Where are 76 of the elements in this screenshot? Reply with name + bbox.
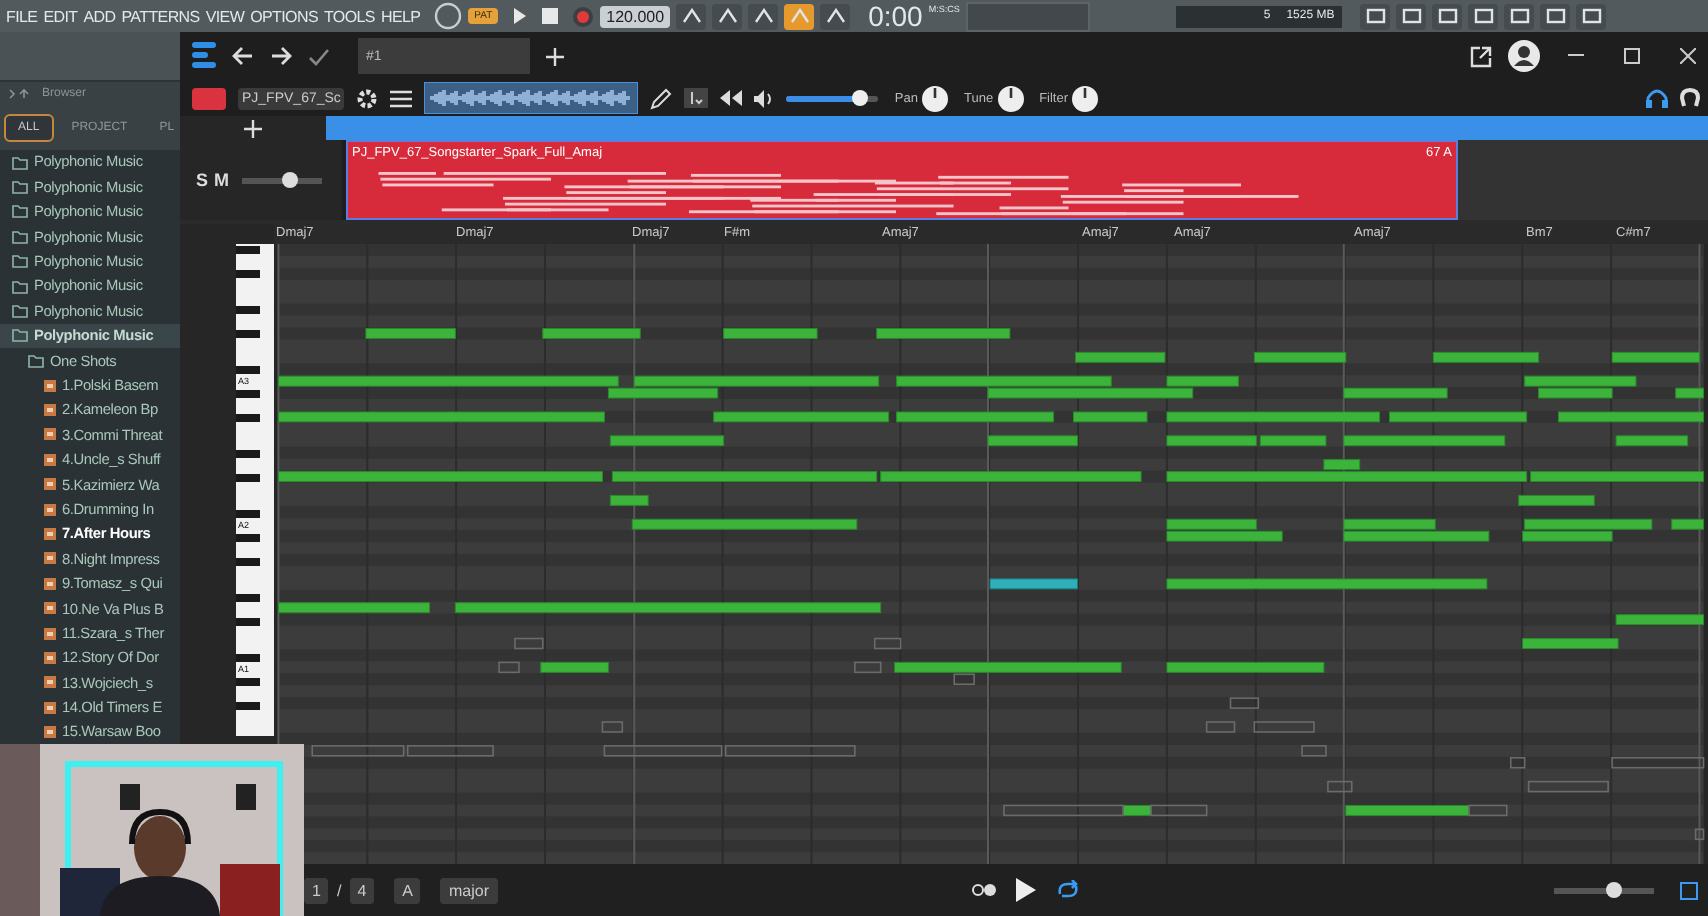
magnet-icon[interactable] <box>1680 88 1700 108</box>
mute-button[interactable]: M <box>214 170 230 190</box>
audio-file-icon <box>44 652 56 664</box>
stop-icon[interactable] <box>542 8 559 24</box>
toolbar-button[interactable] <box>748 3 779 29</box>
page-separator: / <box>336 881 342 899</box>
audio-file-icon <box>44 552 56 565</box>
menu-item[interactable]: FILE <box>6 7 38 25</box>
menu-item[interactable]: TOOLS <box>323 7 375 25</box>
menu-item[interactable]: ADD <box>83 7 116 25</box>
toolbar-button[interactable] <box>1432 3 1463 29</box>
audio-file-icon <box>44 404 56 417</box>
audio-file-icon <box>44 528 56 541</box>
zoom-slider[interactable] <box>1606 882 1622 898</box>
list-icon[interactable] <box>390 89 413 107</box>
piano-keyboard[interactable] <box>236 244 274 736</box>
audio-file-icon <box>44 428 56 441</box>
back-arrow-icon[interactable] <box>232 46 254 66</box>
knob[interactable] <box>922 85 948 111</box>
toggle-icon[interactable] <box>971 884 996 896</box>
menu-item[interactable]: EDIT <box>43 7 78 25</box>
close-icon[interactable] <box>1680 48 1696 64</box>
audio-file-icon <box>44 701 56 714</box>
check-icon[interactable] <box>308 47 330 65</box>
track-volume-slider[interactable] <box>281 172 298 188</box>
audio-file-icon <box>44 627 56 640</box>
pencil-icon[interactable] <box>650 87 673 109</box>
maximize-icon[interactable] <box>1624 48 1640 64</box>
dial-icon[interactable] <box>434 2 463 30</box>
speaker-icon[interactable] <box>754 89 775 107</box>
scale-dropdown[interactable]: major <box>440 877 497 903</box>
audio-file-icon <box>44 478 56 491</box>
audio-file-icon <box>44 453 56 466</box>
knob[interactable] <box>1072 85 1099 111</box>
settings-icon[interactable] <box>356 87 379 109</box>
audio-file-icon <box>44 577 56 590</box>
toolbar-button[interactable] <box>1504 3 1535 29</box>
forward-arrow-icon[interactable] <box>270 46 292 66</box>
page-field[interactable]: 1 <box>304 877 329 903</box>
minimize-icon[interactable] <box>1568 54 1584 58</box>
color-swatch[interactable] <box>192 87 226 109</box>
logo-icon[interactable] <box>192 42 216 70</box>
user-avatar-icon[interactable] <box>1508 40 1540 72</box>
toolbar-button[interactable] <box>1360 3 1391 29</box>
page-count[interactable]: 4 <box>349 877 375 903</box>
audio-file-icon <box>44 726 56 739</box>
tempo-display[interactable]: 120.000 <box>600 5 671 27</box>
headphones-icon[interactable] <box>1646 88 1668 108</box>
loop-icon[interactable] <box>1055 880 1080 900</box>
play-icon[interactable] <box>1015 878 1036 902</box>
toolbar-button[interactable] <box>784 3 815 29</box>
toolbar-button[interactable] <box>820 3 851 29</box>
toolbar-button[interactable] <box>712 3 743 29</box>
menu-item[interactable]: PATTERNS <box>121 7 200 25</box>
toolbar-button[interactable] <box>1396 3 1427 29</box>
toolbar-button[interactable] <box>676 3 707 29</box>
solo-button[interactable]: S <box>196 170 209 190</box>
info-dropdown[interactable] <box>684 88 709 108</box>
rewind-icon[interactable] <box>720 90 743 106</box>
pop-out-icon[interactable] <box>1470 45 1492 67</box>
audio-file-icon <box>44 379 56 392</box>
knob[interactable] <box>997 85 1024 111</box>
menu-item[interactable]: VIEW <box>205 7 245 25</box>
record-icon[interactable] <box>572 5 595 27</box>
menu-item[interactable]: HELP <box>380 7 421 25</box>
toolbar-button[interactable] <box>1468 3 1499 29</box>
audio-file-icon <box>44 676 56 689</box>
toolbar-button[interactable] <box>1540 3 1571 29</box>
edit-icon[interactable] <box>1680 881 1698 899</box>
time-display: 0:00 <box>868 0 923 32</box>
menu-item[interactable]: OPTIONS <box>250 7 318 25</box>
key-dropdown[interactable]: A <box>394 877 421 903</box>
audio-file-icon <box>44 503 56 516</box>
toolbar-button[interactable] <box>1576 3 1607 29</box>
audio-file-icon <box>44 602 56 615</box>
plus-icon[interactable] <box>546 47 564 65</box>
